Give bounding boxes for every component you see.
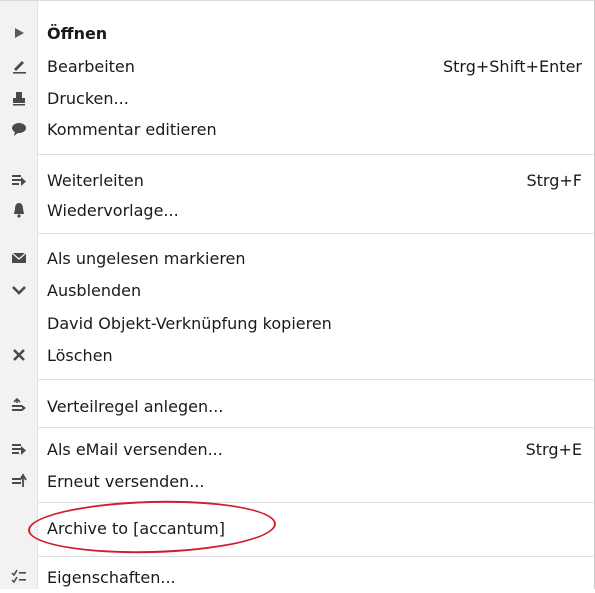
menu-item-label: Als eMail versenden... [47, 439, 223, 459]
menu-item-distribution-rule[interactable]: Verteilregel anlegen... [0, 390, 594, 422]
highlight-circle [27, 497, 277, 557]
menu-item-label: Drucken... [47, 88, 129, 108]
menu-separator [37, 154, 594, 155]
shortcut-label: Strg+F [526, 170, 583, 190]
speech-bubble-icon [10, 121, 27, 137]
pencil-icon [10, 58, 27, 74]
menu-item-label: Bearbeiten [47, 56, 135, 76]
menu-item-delete[interactable]: Löschen [0, 339, 594, 371]
menu-item-resend[interactable]: Erneut versenden... [0, 465, 594, 497]
menu-item-forward[interactable]: Weiterleiten Strg+F [0, 164, 594, 196]
menu-separator [37, 379, 594, 380]
distribution-rule-icon [10, 398, 27, 414]
chevron-down-icon [10, 282, 27, 298]
menu-item-label: Wiedervorlage... [47, 200, 179, 220]
menu-item-open[interactable]: Öffnen [0, 17, 594, 49]
menu-item-resubmission[interactable]: Wiedervorlage... [0, 194, 594, 226]
menu-item-send-email[interactable]: Als eMail versenden... Strg+E [0, 433, 594, 465]
menu-separator [37, 233, 594, 234]
menu-item-comment[interactable]: Kommentar editieren [0, 113, 594, 145]
menu-item-copy-object-link[interactable]: David Objekt-Verknüpfung kopieren [0, 307, 594, 339]
shortcut-label: Strg+Shift+Enter [442, 56, 582, 76]
resend-icon [10, 473, 27, 489]
context-menu: Öffnen Bearbeiten Strg+Shift+Enter Druck… [0, 0, 595, 589]
bell-icon [10, 202, 27, 218]
menu-item-label: Ausblenden [47, 280, 142, 300]
close-icon [10, 347, 27, 363]
send-mail-icon [10, 441, 27, 457]
menu-item-hide[interactable]: Ausblenden [0, 274, 594, 306]
menu-item-edit[interactable]: Bearbeiten Strg+Shift+Enter [0, 50, 594, 82]
menu-item-label: David Objekt-Verknüpfung kopieren [47, 313, 332, 333]
menu-item-label: Löschen [47, 345, 113, 365]
menu-separator [37, 556, 594, 557]
menu-item-label: Kommentar editieren [47, 119, 217, 139]
shortcut-label: Strg+E [525, 439, 582, 459]
menu-item-mark-unread[interactable]: Als ungelesen markieren [0, 242, 594, 274]
printer-icon [10, 90, 27, 106]
menu-separator [37, 427, 594, 428]
menu-item-label: Verteilregel anlegen... [47, 396, 224, 416]
play-arrow-icon [10, 25, 27, 41]
menu-item-label: Eigenschaften... [47, 567, 176, 587]
menu-item-label: Erneut versenden... [47, 471, 205, 491]
properties-icon [10, 569, 27, 585]
menu-item-properties[interactable]: Eigenschaften... [0, 561, 594, 593]
menu-item-label: Öffnen [47, 23, 108, 43]
forward-icon [10, 172, 27, 188]
envelope-icon [10, 250, 27, 266]
menu-item-label: Als ungelesen markieren [47, 248, 246, 268]
menu-item-print[interactable]: Drucken... [0, 82, 594, 114]
menu-item-label: Weiterleiten [47, 170, 144, 190]
